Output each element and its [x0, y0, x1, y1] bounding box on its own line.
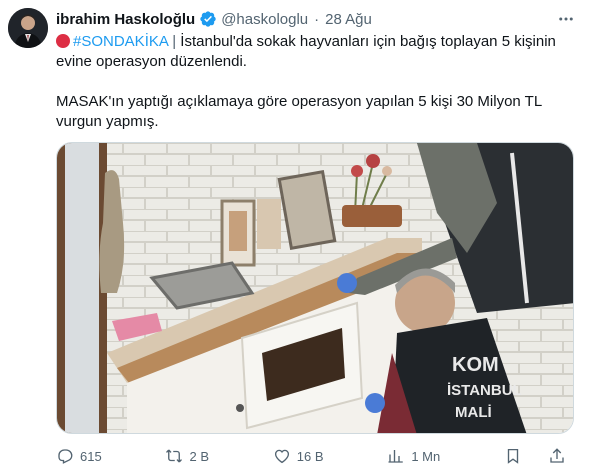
blue-glove: [337, 273, 357, 293]
tweet-header: ibrahim Haskoloğlu @haskologlu · 28 Ağu: [56, 9, 550, 29]
avatar-photo: [8, 8, 48, 48]
like-button[interactable]: 16 B: [273, 447, 324, 465]
like-count: 16 B: [296, 448, 324, 464]
retweet-count: 2 B: [189, 448, 209, 464]
media-scene: KOM İSTANBUL MALİ: [57, 143, 573, 433]
bookmark-button[interactable]: [504, 447, 534, 465]
reply-count: 615: [80, 448, 102, 464]
verified-badge-icon[interactable]: [199, 10, 217, 28]
header-separator: ·: [314, 10, 320, 28]
tweet-paragraph-2: MASAK'ın yaptığı açıklamaya göre operasy…: [56, 93, 542, 130]
text-separator: |: [172, 33, 177, 50]
avatar[interactable]: [8, 8, 48, 48]
vest-text-line-2: İSTANBUL: [447, 382, 522, 399]
views-count: 1 Mn: [411, 448, 441, 464]
views-button[interactable]: 1 Mn: [387, 447, 440, 465]
share-button[interactable]: [548, 447, 578, 465]
tweet-text: #SONDAKİKA | İstanbul'da sokak hayvanlar…: [56, 32, 576, 132]
vest-text-line-1: KOM: [452, 354, 499, 376]
tweet-card[interactable]: ibrahim Haskoloğlu @haskologlu · 28 Ağu …: [0, 0, 590, 475]
retweet-button[interactable]: 2 B: [165, 447, 209, 465]
tweet-actions: 615 2 B 16 B 1 Mn: [56, 444, 578, 468]
tweet-paragraph-1: #SONDAKİKA | İstanbul'da sokak hayvanlar…: [56, 32, 576, 72]
like-icon: [274, 449, 289, 464]
share-icon: [550, 448, 564, 463]
reply-icon: [58, 449, 73, 464]
author-handle[interactable]: @haskologlu: [221, 11, 308, 28]
tweet-date[interactable]: 28 Ağu: [325, 11, 372, 28]
bookmark-icon: [507, 448, 519, 464]
more-icon[interactable]: [556, 9, 576, 29]
retweet-icon: [166, 449, 183, 463]
reply-button[interactable]: 615: [56, 447, 102, 465]
author-name[interactable]: ibrahim Haskoloğlu: [56, 11, 195, 28]
flower-basket: [342, 205, 402, 227]
action-group-right: [504, 447, 578, 465]
hashtag-link[interactable]: #SONDAKİKA: [73, 33, 168, 50]
red-circle-icon: [56, 34, 70, 48]
vest-text-line-3: MALİ: [455, 404, 492, 421]
tweet-media-photo[interactable]: KOM İSTANBUL MALİ: [56, 142, 574, 434]
views-icon: [388, 450, 404, 463]
